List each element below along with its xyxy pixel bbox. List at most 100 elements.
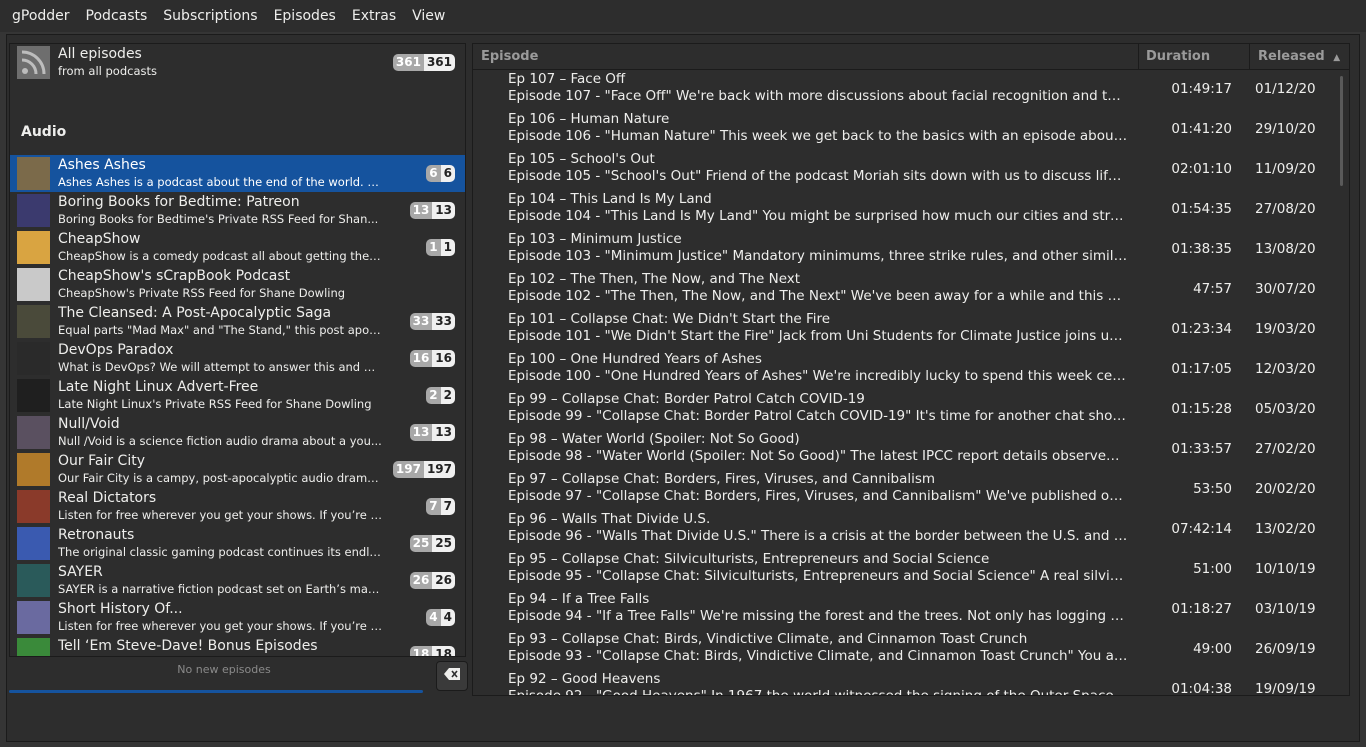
podcast-description: Listen for free wherever you get your sh…: [58, 619, 383, 633]
podcast-title: Tell ‘Em Steve-Dave! Bonus Episodes: [58, 638, 318, 654]
podcast-row[interactable]: Boring Books for Bedtime: Patreon Boring …: [10, 192, 465, 229]
podcast-row[interactable]: Ashes Ashes Ashes Ashes is a podcast abou…: [10, 155, 465, 192]
new-count: 16: [409, 350, 433, 367]
episode-row[interactable]: Ep 99 – Collapse Chat: Border Patrol Cat…: [473, 391, 1333, 431]
total-count: 197: [423, 461, 455, 478]
episode-title: Ep 102 – The Then, The Now, and The Next: [508, 271, 801, 287]
podcast-row[interactable]: Retronauts The original classic gaming po…: [10, 525, 465, 562]
episode-title: Ep 104 – This Land Is My Land: [508, 191, 712, 207]
column-separator: [1249, 44, 1250, 69]
episode-released: 05/03/20: [1255, 401, 1316, 417]
episode-title: Ep 93 – Collapse Chat: Birds, Vindictive…: [508, 631, 1028, 647]
episode-count-badge: 25 25: [409, 535, 455, 552]
menu-podcasts[interactable]: Podcasts: [78, 0, 156, 32]
podcast-row[interactable]: DevOps Paradox What is DevOps? We will at…: [10, 340, 465, 377]
episode-released: 13/08/20: [1255, 241, 1316, 257]
episode-title: Ep 107 – Face Off: [508, 71, 626, 87]
podcast-row[interactable]: SAYER SAYER is a narrative fiction podcas…: [10, 562, 465, 599]
episode-row[interactable]: Ep 104 – This Land Is My Land Episode 104…: [473, 191, 1333, 231]
new-count: 13: [409, 424, 433, 441]
episode-description: Episode 93 - "Collapse Chat: Birds, Vind…: [508, 648, 1128, 664]
menu-extras[interactable]: Extras: [344, 0, 404, 32]
total-count: 2: [440, 387, 455, 404]
episode-row[interactable]: Ep 101 – Collapse Chat: We Didn't Start …: [473, 311, 1333, 351]
column-episode[interactable]: Episode: [481, 44, 538, 69]
episode-row[interactable]: Ep 94 – If a Tree Falls Episode 94 - "If …: [473, 591, 1333, 631]
podcast-description: CheapShow is a comedy podcast all about …: [58, 249, 383, 263]
episode-row[interactable]: Ep 95 – Collapse Chat: Silviculturists, …: [473, 551, 1333, 591]
episode-description: Episode 106 - "Human Nature" This week w…: [508, 128, 1128, 144]
episode-row[interactable]: Ep 93 – Collapse Chat: Birds, Vindictive…: [473, 631, 1333, 671]
new-count: 197: [392, 461, 424, 478]
podcast-description: Late Night Linux's Private RSS Feed for …: [58, 397, 372, 411]
podcast-title: The Cleansed: A Post-Apocalyptic Saga: [58, 305, 332, 321]
episode-description: Episode 96 - "Walls That Divide U.S." Th…: [508, 528, 1128, 544]
episode-row[interactable]: Ep 98 – Water World (Spoiler: Not So Goo…: [473, 431, 1333, 471]
new-count: 2: [426, 387, 441, 404]
episode-count-badge: 26 26: [409, 572, 455, 589]
episode-count-badge: 66: [426, 165, 455, 182]
total-count: 13: [432, 202, 455, 219]
episode-row[interactable]: Ep 92 – Good Heavens Episode 92 - "Good H…: [473, 671, 1333, 695]
menu-view[interactable]: View: [404, 0, 453, 32]
new-count: 25: [409, 535, 433, 552]
episode-duration: 01:15:28: [1171, 401, 1232, 417]
podcast-row[interactable]: CheapShow's sCrapBook Podcast CheapShow's…: [10, 266, 465, 303]
episode-title: Ep 94 – If a Tree Falls: [508, 591, 650, 607]
episode-row[interactable]: Ep 100 – One Hundred Years of Ashes Episo…: [473, 351, 1333, 391]
clear-filter-button[interactable]: [436, 661, 468, 691]
menu-gpodder[interactable]: gPodder: [4, 0, 78, 32]
episode-row[interactable]: Ep 96 – Walls That Divide U.S. Episode 96…: [473, 511, 1333, 551]
episode-released: 13/02/20: [1255, 521, 1316, 537]
episode-row[interactable]: Ep 106 – Human Nature Episode 106 - "Huma…: [473, 111, 1333, 151]
podcast-list[interactable]: All episodes from all podcasts 361 361 A…: [9, 43, 466, 657]
episode-title: Ep 105 – School's Out: [508, 151, 655, 167]
menu-subscriptions[interactable]: Subscriptions: [155, 0, 265, 32]
episode-description: Episode 98 - "Water World (Spoiler: Not …: [508, 448, 1128, 464]
podcast-row[interactable]: Real Dictators Listen for free wherever y…: [10, 488, 465, 525]
podcast-description: SAYER is a narrative fiction podcast set…: [58, 582, 383, 596]
podcast-row[interactable]: Short History Of... Listen for free where…: [10, 599, 465, 636]
episode-list[interactable]: Episode Duration Released ▲ Ep 107 – Fac…: [472, 43, 1350, 696]
episode-row[interactable]: Ep 102 – The Then, The Now, and The Next…: [473, 271, 1333, 311]
episode-duration: 01:33:57: [1171, 441, 1232, 457]
podcast-title: CheapShow's sCrapBook Podcast: [58, 268, 291, 284]
scrollbar[interactable]: [1340, 76, 1343, 186]
podcast-title: Late Night Linux Advert-Free: [58, 379, 259, 395]
podcast-description: Equal parts "Mad Max" and "The Stand," t…: [58, 323, 383, 337]
episode-row[interactable]: Ep 97 – Collapse Chat: Borders, Fires, V…: [473, 471, 1333, 511]
episode-duration: 01:54:35: [1171, 201, 1232, 217]
new-count: 33: [409, 313, 433, 330]
episode-duration: 07:42:14: [1171, 521, 1232, 537]
menubar: gPodder Podcasts Subscriptions Episodes Extr…: [0, 0, 1366, 32]
rss-icon: [17, 46, 50, 79]
podcast-row[interactable]: The Cleansed: A Post-Apocalyptic Saga Equ…: [10, 303, 465, 340]
menu-episodes[interactable]: Episodes: [266, 0, 344, 32]
episode-title: Ep 97 – Collapse Chat: Borders, Fires, V…: [508, 471, 936, 487]
progress-bar: [9, 690, 423, 693]
column-duration[interactable]: Duration: [1146, 44, 1210, 69]
episode-released: 19/03/20: [1255, 321, 1316, 337]
new-count: 7: [426, 498, 441, 515]
column-separator: [1138, 44, 1139, 69]
episode-count-badge: 13 13: [409, 424, 455, 441]
episode-row[interactable]: Ep 103 – Minimum Justice Episode 103 - "M…: [473, 231, 1333, 271]
podcast-row-all-episodes[interactable]: All episodes from all podcasts 361 361: [10, 44, 465, 81]
episode-description: Episode 104 - "This Land Is My Land" You…: [508, 208, 1128, 224]
episode-released: 29/10/20: [1255, 121, 1316, 137]
podcast-row[interactable]: CheapShow CheapShow is a comedy podcast a…: [10, 229, 465, 266]
episode-count-badge: 33 33: [409, 313, 455, 330]
column-released[interactable]: Released ▲: [1258, 44, 1340, 71]
podcast-description: Null /Void is a science fiction audio dr…: [58, 434, 382, 448]
total-count: 361: [423, 54, 455, 71]
episode-row[interactable]: Ep 105 – School's Out Episode 105 - "Scho…: [473, 151, 1333, 191]
podcast-row[interactable]: Null/Void Null /Void is a science fiction…: [10, 414, 465, 451]
episode-row[interactable]: Ep 107 – Face Off Episode 107 - "Face Off…: [473, 71, 1333, 111]
podcast-row[interactable]: Tell ‘Em Steve-Dave! Bonus EpisodesTell …: [10, 636, 465, 656]
podcast-row[interactable]: Our Fair City Our Fair City is a campy, p…: [10, 451, 465, 488]
episode-title: Ep 92 – Good Heavens: [508, 671, 661, 687]
episode-duration: 01:18:27: [1171, 601, 1232, 617]
episode-count-badge: 197 197: [392, 461, 455, 478]
episode-count-badge: 361 361: [392, 54, 455, 71]
podcast-row[interactable]: Late Night Linux Advert-Free Late Night L…: [10, 377, 465, 414]
